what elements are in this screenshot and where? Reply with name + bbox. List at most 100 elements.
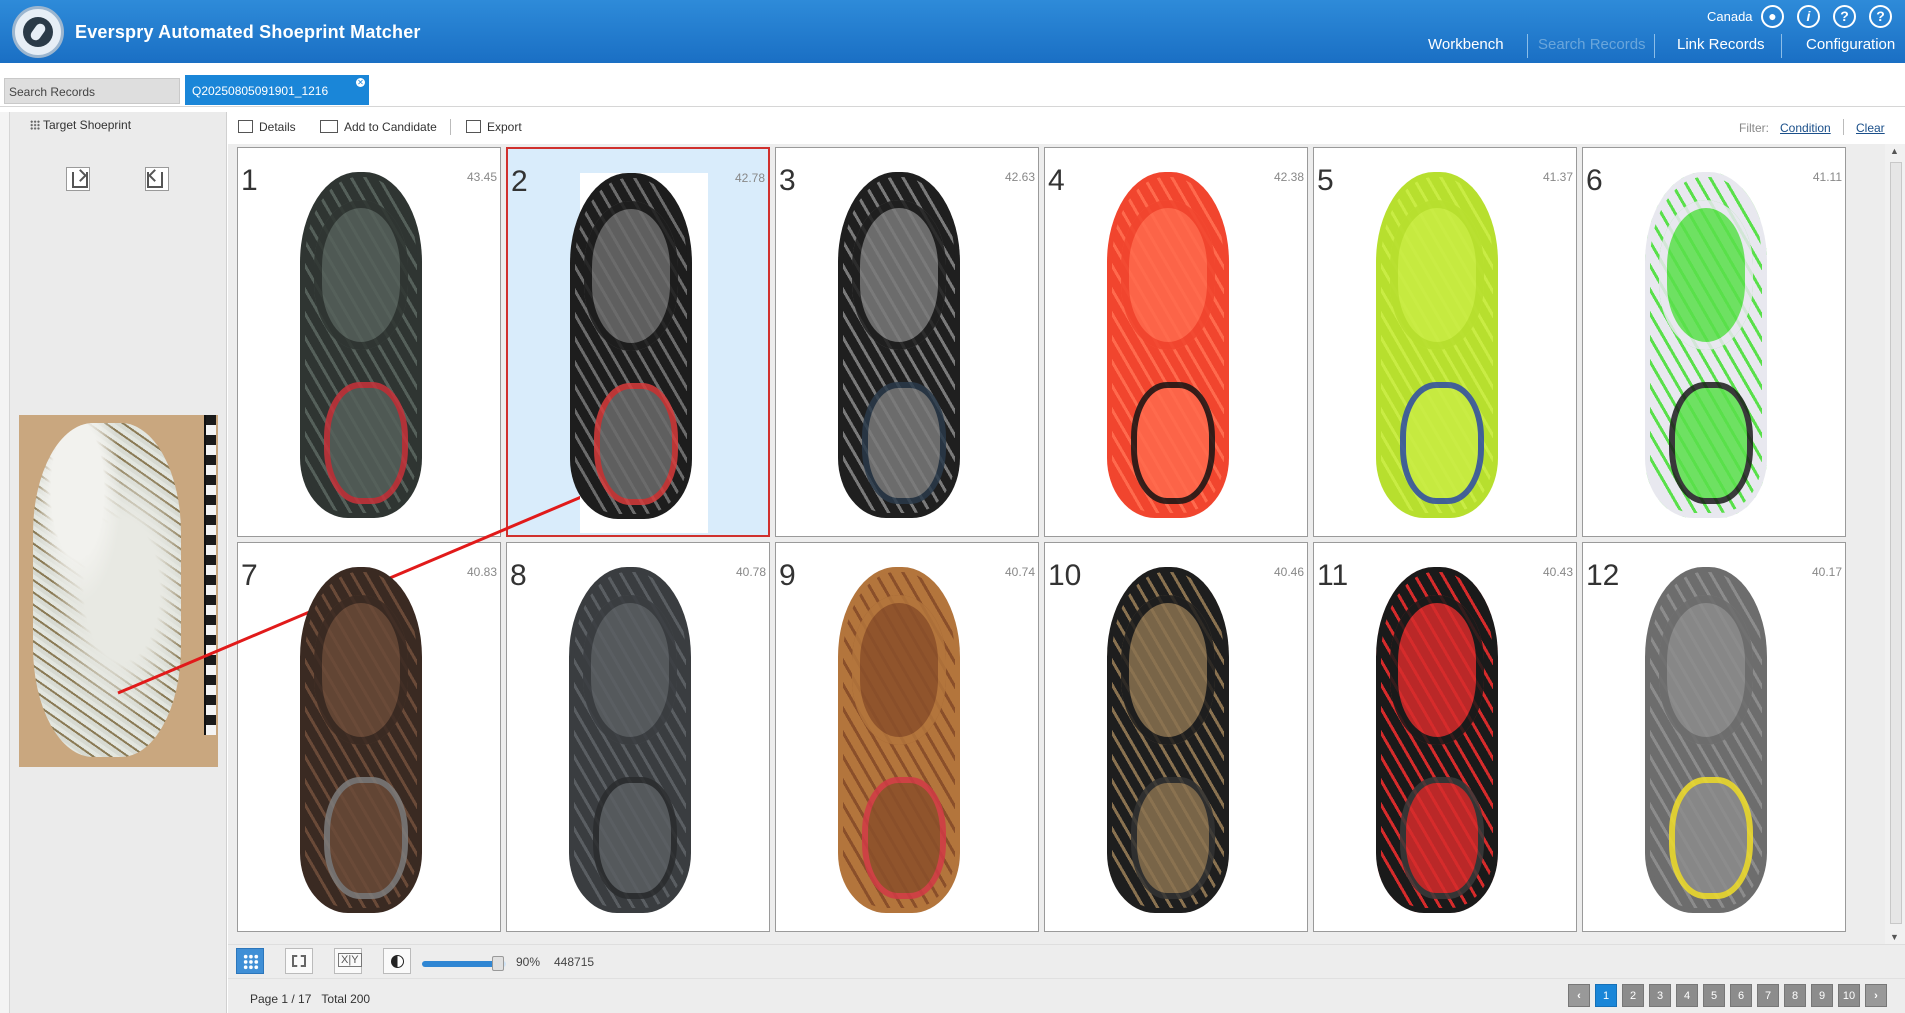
result-score: 42.63 xyxy=(1004,170,1035,184)
view-controls: X|Y 90% 448715 xyxy=(228,944,1905,978)
nav-configuration[interactable]: Configuration xyxy=(1806,36,1895,58)
result-score: 42.78 xyxy=(734,171,765,185)
export-button[interactable]: Export xyxy=(466,116,522,138)
status-bar: Page 1 / 17 Total 200 ‹ 1 2 3 4 5 6 7 8 9 10 › xyxy=(228,978,1905,1013)
next-page-button[interactable]: › xyxy=(1865,984,1887,1007)
results-scrollbar[interactable]: ▲ ▼ xyxy=(1885,144,1905,944)
record-id: 448715 xyxy=(554,955,595,969)
shoe-sole-image xyxy=(300,172,422,518)
zoom-slider[interactable] xyxy=(422,956,506,971)
page-button[interactable]: 9 xyxy=(1811,984,1833,1007)
result-rank: 7 xyxy=(241,559,258,592)
shoe-sole-image xyxy=(1376,172,1498,518)
shoe-sole-image xyxy=(1376,567,1498,913)
zoom-slider-fill xyxy=(422,961,498,967)
scroll-down-icon[interactable]: ▼ xyxy=(1890,932,1899,942)
grip-icon xyxy=(30,120,40,130)
page-button[interactable]: 8 xyxy=(1784,984,1806,1007)
result-card[interactable]: 4 42.38 xyxy=(1044,147,1308,537)
shoe-sole-image xyxy=(569,567,691,913)
fit-screen-icon xyxy=(292,955,306,967)
result-score: 40.74 xyxy=(1004,565,1035,579)
result-score: 40.83 xyxy=(466,565,497,579)
page-button[interactable]: 5 xyxy=(1703,984,1725,1007)
filter-label: Filter: xyxy=(1739,121,1769,135)
zoom-slider-thumb[interactable] xyxy=(491,956,504,971)
target-shoeprint-heading: Target Shoeprint xyxy=(30,118,131,132)
page-info: Page 1 / 17 Total 200 xyxy=(250,992,371,1006)
shoe-sole-image xyxy=(1645,567,1767,913)
result-score: 42.38 xyxy=(1273,170,1304,184)
result-card[interactable]: 9 40.74 xyxy=(775,542,1039,932)
shoe-sole-image xyxy=(1107,567,1229,913)
result-rank: 10 xyxy=(1048,559,1082,592)
result-card[interactable]: 2 42.78 xyxy=(506,147,770,537)
result-card[interactable]: 3 42.63 xyxy=(775,147,1039,537)
user-icon[interactable]: ● xyxy=(1761,5,1784,28)
close-icon[interactable]: ✕ xyxy=(356,78,365,87)
details-button[interactable]: Details xyxy=(238,116,296,138)
target-shoeprint-image[interactable] xyxy=(19,415,218,767)
shoe-sole-image xyxy=(838,172,960,518)
page-button[interactable]: 6 xyxy=(1730,984,1752,1007)
grid-icon xyxy=(243,954,259,970)
shoe-sole-image xyxy=(300,567,422,913)
everspry-logo-icon xyxy=(12,6,64,58)
scroll-up-icon[interactable]: ▲ xyxy=(1890,146,1899,156)
contrast-icon xyxy=(391,955,404,968)
info-icon[interactable]: i xyxy=(1797,5,1820,28)
page-button[interactable]: 4 xyxy=(1676,984,1698,1007)
page-button[interactable]: 2 xyxy=(1622,984,1644,1007)
shoe-sole-image xyxy=(1645,172,1767,518)
toolbar-separator xyxy=(450,119,451,135)
nav-link-records[interactable]: Link Records xyxy=(1677,36,1765,58)
result-card[interactable]: 11 40.43 xyxy=(1313,542,1577,932)
help-icon[interactable]: ? xyxy=(1833,5,1856,28)
result-score: 40.46 xyxy=(1273,565,1304,579)
results-grid: 1 43.45 2 42.78 3 42.63 4 42.38 5 41.37 6 41.11 7 40.… xyxy=(228,144,1905,944)
page-button[interactable]: 1 xyxy=(1595,984,1617,1007)
shoe-sole-image xyxy=(838,567,960,913)
add-to-candidate-button[interactable]: Add to Candidate xyxy=(320,116,437,138)
contrast-button[interactable] xyxy=(383,948,411,974)
rotate-left-button[interactable] xyxy=(66,167,90,191)
result-card[interactable]: 10 40.46 xyxy=(1044,542,1308,932)
condition-link[interactable]: Condition xyxy=(1780,121,1831,135)
fit-screen-button[interactable] xyxy=(285,948,313,974)
result-card[interactable]: 7 40.83 xyxy=(237,542,501,932)
page-button[interactable]: 10 xyxy=(1838,984,1860,1007)
rotate-right-button[interactable] xyxy=(145,167,169,191)
export-icon xyxy=(466,120,481,133)
result-card[interactable]: 6 41.11 xyxy=(1582,147,1846,537)
clear-link[interactable]: Clear xyxy=(1856,121,1885,135)
result-score: 40.78 xyxy=(735,565,766,579)
page-button[interactable]: 3 xyxy=(1649,984,1671,1007)
result-card[interactable]: 12 40.17 xyxy=(1582,542,1846,932)
shoe-sole-image xyxy=(570,173,692,519)
grid-view-button[interactable] xyxy=(236,948,264,974)
nav-search-records[interactable]: Search Records xyxy=(1538,36,1646,58)
nav-workbench[interactable]: Workbench xyxy=(1428,36,1504,58)
collapse-gutter[interactable] xyxy=(0,112,10,1013)
result-score: 40.43 xyxy=(1542,565,1573,579)
result-card[interactable]: 8 40.78 xyxy=(506,542,770,932)
help-icon-2[interactable]: ? xyxy=(1869,5,1892,28)
result-score: 41.37 xyxy=(1542,170,1573,184)
scale-ruler xyxy=(204,415,216,735)
result-rank: 9 xyxy=(779,559,796,592)
result-card[interactable]: 1 43.45 xyxy=(237,147,501,537)
prev-page-button[interactable]: ‹ xyxy=(1568,984,1590,1007)
result-card[interactable]: 5 41.37 xyxy=(1313,147,1577,537)
tab-search-records[interactable]: Search Records xyxy=(4,78,180,104)
tab-query[interactable]: Q20250805091901_1216 ✕ xyxy=(185,75,369,105)
result-rank: 8 xyxy=(510,559,527,592)
scroll-thumb[interactable] xyxy=(1890,162,1902,924)
xy-button[interactable]: X|Y xyxy=(334,948,362,974)
candidate-icon xyxy=(320,120,338,133)
result-rank: 12 xyxy=(1586,559,1620,592)
result-score: 43.45 xyxy=(466,170,497,184)
page-button[interactable]: 7 xyxy=(1757,984,1779,1007)
result-rank: 11 xyxy=(1317,559,1349,592)
result-score: 41.11 xyxy=(1812,170,1842,184)
result-rank: 4 xyxy=(1048,164,1065,197)
